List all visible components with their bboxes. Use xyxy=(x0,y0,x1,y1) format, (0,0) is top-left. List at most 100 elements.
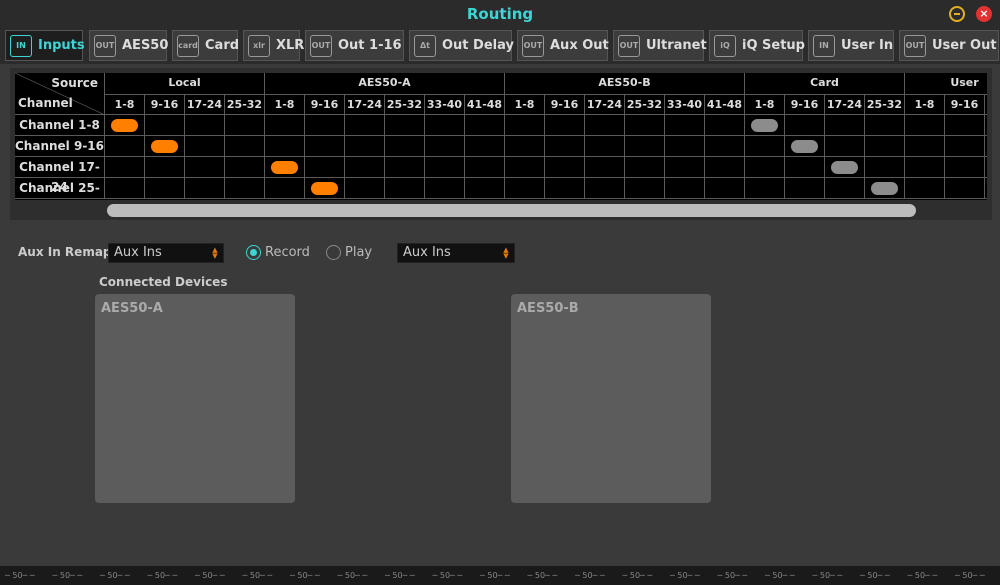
routing-cell[interactable] xyxy=(145,157,185,178)
tab-aes50[interactable]: OUT AES50 xyxy=(89,30,168,61)
routing-cell[interactable] xyxy=(745,178,785,199)
routing-cell[interactable] xyxy=(785,115,825,136)
routing-cell[interactable] xyxy=(425,178,465,199)
tab-xlr[interactable]: xlr XLR xyxy=(243,30,304,61)
routing-cell[interactable] xyxy=(185,115,225,136)
routing-cell[interactable] xyxy=(265,178,305,199)
play-radio[interactable] xyxy=(326,245,341,260)
routing-cell[interactable] xyxy=(905,136,945,157)
routing-cell[interactable] xyxy=(705,178,745,199)
routing-cell[interactable] xyxy=(905,115,945,136)
tab-out-delay[interactable]: Δt Out Delay xyxy=(409,30,514,61)
routing-cell[interactable] xyxy=(985,115,987,136)
routing-cell[interactable] xyxy=(825,178,865,199)
routing-cell[interactable] xyxy=(225,157,265,178)
routing-cell[interactable] xyxy=(465,157,505,178)
routing-cell[interactable] xyxy=(425,136,465,157)
routing-cell[interactable] xyxy=(665,115,705,136)
routing-cell[interactable] xyxy=(945,157,985,178)
device-panel-aes50-a[interactable]: AES50-A xyxy=(95,294,295,503)
inactive-route-toggle[interactable] xyxy=(831,161,858,174)
tab-card[interactable]: card Card xyxy=(172,30,239,61)
routing-cell[interactable] xyxy=(745,136,785,157)
routing-cell[interactable] xyxy=(625,115,665,136)
tab-inputs[interactable]: IN Inputs xyxy=(5,30,85,61)
routing-cell[interactable] xyxy=(465,115,505,136)
routing-cell[interactable] xyxy=(825,115,865,136)
routing-cell[interactable] xyxy=(505,136,545,157)
routing-cell[interactable] xyxy=(985,136,987,157)
inactive-route-toggle[interactable] xyxy=(751,119,778,132)
routing-cell[interactable] xyxy=(385,157,425,178)
tab-user-out[interactable]: OUT User Out xyxy=(899,30,999,61)
routing-cell[interactable] xyxy=(425,115,465,136)
routing-cell[interactable] xyxy=(785,157,825,178)
routing-cell[interactable] xyxy=(545,178,585,199)
routing-cell[interactable] xyxy=(585,136,625,157)
routing-cell[interactable] xyxy=(625,136,665,157)
inactive-route-toggle[interactable] xyxy=(791,140,818,153)
play-source-select[interactable]: Aux Ins ▲ ▼ xyxy=(397,243,515,263)
routing-cell[interactable] xyxy=(545,136,585,157)
routing-cell[interactable] xyxy=(625,178,665,199)
routing-cell[interactable] xyxy=(625,157,665,178)
routing-cell[interactable] xyxy=(985,178,987,199)
routing-cell[interactable] xyxy=(665,157,705,178)
routing-cell[interactable] xyxy=(345,178,385,199)
routing-cell[interactable] xyxy=(345,136,385,157)
close-icon[interactable]: × xyxy=(976,6,992,22)
routing-cell[interactable] xyxy=(145,178,185,199)
routing-cell[interactable] xyxy=(465,178,505,199)
routing-cell[interactable] xyxy=(345,157,385,178)
routing-cell[interactable] xyxy=(905,157,945,178)
routing-cell[interactable] xyxy=(105,178,145,199)
tab-iq-setup[interactable]: iQ iQ Setup xyxy=(709,30,805,61)
routing-cell[interactable] xyxy=(305,157,345,178)
active-route-toggle[interactable] xyxy=(151,140,178,153)
routing-cell[interactable] xyxy=(185,178,225,199)
routing-cell[interactable] xyxy=(505,157,545,178)
routing-cell[interactable] xyxy=(505,115,545,136)
routing-cell[interactable] xyxy=(825,136,865,157)
routing-cell[interactable] xyxy=(665,178,705,199)
record-radio[interactable] xyxy=(246,245,261,260)
routing-cell[interactable] xyxy=(225,136,265,157)
routing-cell[interactable] xyxy=(705,136,745,157)
matrix-horizontal-scrollbar[interactable] xyxy=(107,204,916,217)
routing-cell[interactable] xyxy=(225,115,265,136)
active-route-toggle[interactable] xyxy=(311,182,338,195)
active-route-toggle[interactable] xyxy=(271,161,298,174)
routing-cell[interactable] xyxy=(105,136,145,157)
routing-cell[interactable] xyxy=(785,178,825,199)
routing-cell[interactable] xyxy=(145,115,185,136)
routing-cell[interactable] xyxy=(105,157,145,178)
routing-cell[interactable] xyxy=(465,136,505,157)
routing-cell[interactable] xyxy=(505,178,545,199)
routing-cell[interactable] xyxy=(905,178,945,199)
routing-cell[interactable] xyxy=(865,115,905,136)
device-panel-aes50-b[interactable]: AES50-B xyxy=(511,294,711,503)
routing-cell[interactable] xyxy=(385,136,425,157)
routing-cell[interactable] xyxy=(305,115,345,136)
routing-cell[interactable] xyxy=(385,178,425,199)
routing-cell[interactable] xyxy=(705,157,745,178)
tab-aux-out[interactable]: OUT Aux Out xyxy=(517,30,609,61)
routing-cell[interactable] xyxy=(185,136,225,157)
routing-cell[interactable] xyxy=(945,178,985,199)
tab-out-1-16[interactable]: OUT Out 1-16 xyxy=(305,30,404,61)
tab-user-in[interactable]: IN User In xyxy=(808,30,894,61)
routing-cell[interactable] xyxy=(865,157,905,178)
routing-cell[interactable] xyxy=(705,115,745,136)
routing-cell[interactable] xyxy=(345,115,385,136)
routing-cell[interactable] xyxy=(665,136,705,157)
tab-ultranet[interactable]: OUT Ultranet xyxy=(613,30,707,61)
routing-cell[interactable] xyxy=(265,115,305,136)
active-route-toggle[interactable] xyxy=(111,119,138,132)
routing-cell[interactable] xyxy=(945,136,985,157)
minimize-icon[interactable] xyxy=(949,6,965,22)
routing-cell[interactable] xyxy=(265,136,305,157)
routing-cell[interactable] xyxy=(545,157,585,178)
routing-cell[interactable] xyxy=(305,136,345,157)
routing-cell[interactable] xyxy=(945,115,985,136)
routing-cell[interactable] xyxy=(545,115,585,136)
